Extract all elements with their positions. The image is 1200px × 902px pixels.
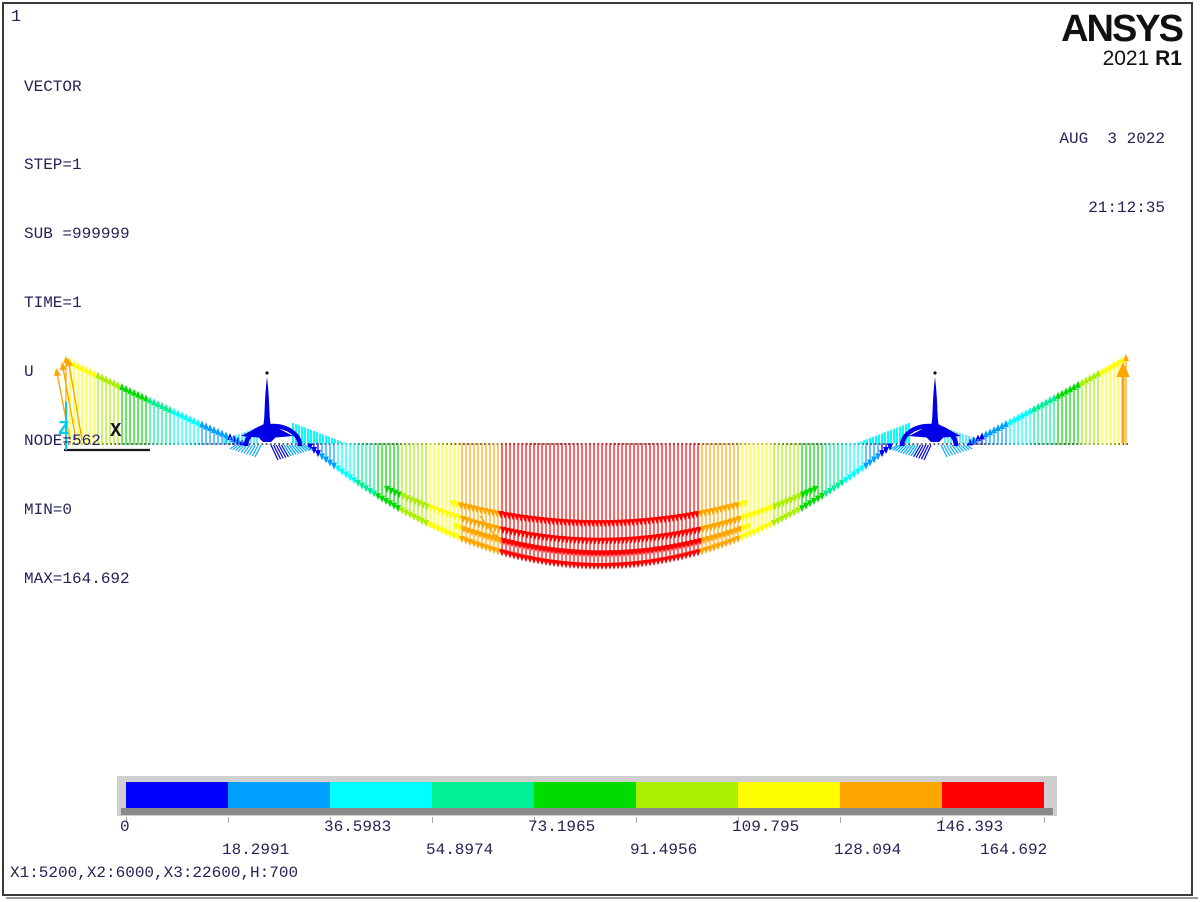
legend-segment xyxy=(330,782,432,808)
legend-segment xyxy=(738,782,840,808)
vector-glyph xyxy=(1123,354,1129,361)
vector-glyph xyxy=(958,445,964,452)
vector-glyph xyxy=(252,445,258,456)
annotation-vector: VECTOR xyxy=(24,76,130,99)
ansys-logo-text: ANSYS xyxy=(1061,10,1182,48)
vector-glyph xyxy=(241,445,247,453)
datetime-stamp: AUG 3 2022 21:12:35 xyxy=(1059,82,1165,243)
legend-value-label: 91.4956 xyxy=(630,841,697,859)
legend-tick xyxy=(432,817,433,823)
annotation-min: MIN=0 xyxy=(24,499,130,522)
annotation-step: STEP=1 xyxy=(24,154,130,177)
legend-value-label: 36.5983 xyxy=(324,818,391,836)
legend-segment xyxy=(840,782,942,808)
vector-glyph xyxy=(238,445,244,452)
legend-value-label: 73.1965 xyxy=(528,818,595,836)
vector-glyph xyxy=(944,445,950,456)
vector-glyph xyxy=(952,445,958,453)
vector-glyph xyxy=(947,445,953,455)
legend-segment xyxy=(942,782,1044,808)
ansys-graphics-window: { "window": {"border_color": "#3a3a3a", … xyxy=(0,0,1200,902)
geometry-caption: X1:5200,X2:6000,X3:22600,H:700 xyxy=(10,864,298,882)
annotation-time: TIME=1 xyxy=(24,292,130,315)
legend-value-label: 146.393 xyxy=(936,818,1003,836)
vector-glyph xyxy=(241,424,264,438)
ansys-logo: ANSYS 2021 R1 xyxy=(1061,10,1182,70)
legend-value-label: 109.795 xyxy=(732,818,799,836)
legend-value-label: 0 xyxy=(120,818,130,836)
pylon-spike-dot xyxy=(265,371,268,374)
legend-segment xyxy=(228,782,330,808)
annotation-max: MAX=164.692 xyxy=(24,568,130,591)
plot-window-number: 1 xyxy=(11,8,21,27)
ansys-release-year: 2021 xyxy=(1103,47,1150,70)
legend-tick xyxy=(1044,817,1045,823)
annotation-sub: SUB =999999 xyxy=(24,223,130,246)
legend-value-label: 18.2991 xyxy=(222,841,289,859)
ansys-release-rev: R1 xyxy=(1155,47,1182,70)
ansys-release: 2021 R1 xyxy=(1061,48,1182,70)
vector-glyph xyxy=(255,445,261,457)
vector-glyph xyxy=(955,445,961,453)
pylon-spike-dot xyxy=(933,371,936,374)
vector-glyph xyxy=(938,424,961,438)
legend-segment xyxy=(636,782,738,808)
legend-value-label: 54.8974 xyxy=(426,841,493,859)
legend-value-label: 164.692 xyxy=(980,841,1047,859)
legend-color-bar xyxy=(126,782,1044,808)
legend-tick xyxy=(636,817,637,823)
vector-glyph xyxy=(949,445,955,454)
vector-glyph xyxy=(244,445,250,453)
legend-tick xyxy=(228,817,229,823)
vector-glyph xyxy=(249,445,255,455)
legend-segment xyxy=(432,782,534,808)
graphics-viewport[interactable]: ZX xyxy=(0,0,1200,902)
time-stamp: 21:12:35 xyxy=(1059,197,1165,220)
legend-frame-shadow xyxy=(121,808,1053,815)
legend-tick xyxy=(840,817,841,823)
vector-glyph xyxy=(247,445,253,454)
annotation-node: NODE=562 xyxy=(24,430,130,453)
legend-segment xyxy=(126,782,228,808)
vector-glyph xyxy=(941,445,947,457)
annotation-quantity: U xyxy=(24,361,130,384)
result-annotation-block: VECTOR STEP=1 SUB =999999 TIME=1 U NODE=… xyxy=(24,30,130,614)
legend-segment xyxy=(534,782,636,808)
date-stamp: AUG 3 2022 xyxy=(1059,128,1165,151)
legend-value-label: 128.094 xyxy=(834,841,901,859)
